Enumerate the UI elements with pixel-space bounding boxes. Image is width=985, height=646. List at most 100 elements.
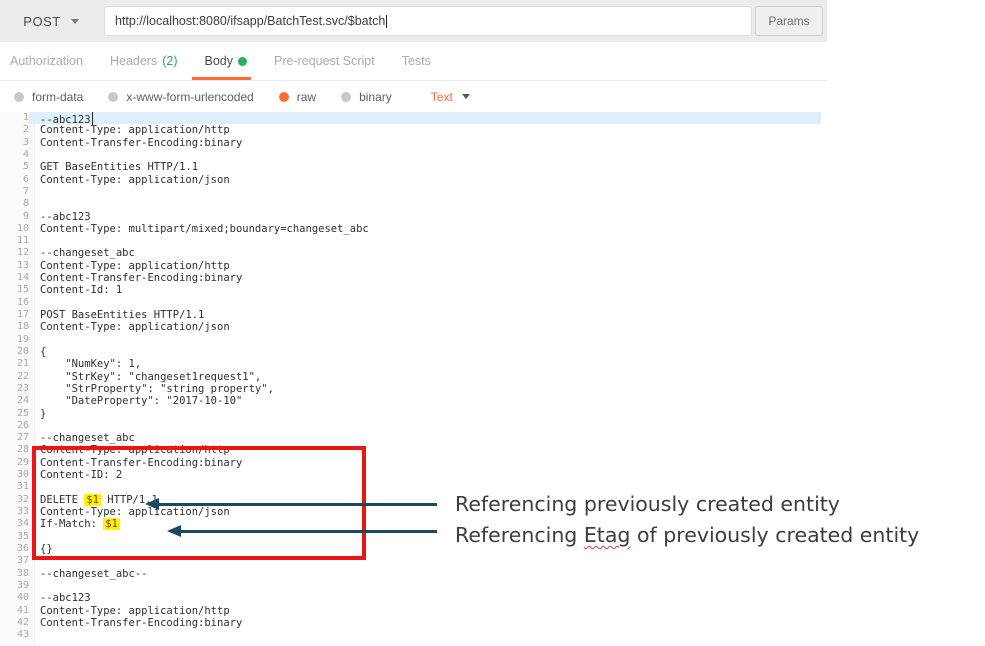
tab-label: Authorization xyxy=(10,54,83,68)
line-number: 14 xyxy=(0,272,29,284)
radio-label: binary xyxy=(359,90,392,104)
code-line[interactable]: 9--abc123 xyxy=(0,211,821,223)
code-line[interactable]: 22 "StrKey": "changeset1request1", xyxy=(0,371,821,383)
code-segment: "StrKey": "changeset1request1", xyxy=(40,371,261,383)
annotation-segment: of previously created entity xyxy=(630,523,919,547)
code-text: POST BaseEntities HTTP/1.1 xyxy=(29,309,821,321)
code-line[interactable]: 12--changeset_abc xyxy=(0,247,821,259)
radio-raw[interactable]: raw xyxy=(279,90,316,104)
tab-label: Tests xyxy=(402,54,431,68)
annotation-arrow-1-head-icon xyxy=(145,498,159,510)
annotation-text-2: Referencing Etag of previously created e… xyxy=(455,523,919,547)
code-line[interactable]: 5GET BaseEntities HTTP/1.1 xyxy=(0,161,821,173)
code-line[interactable]: 40--abc123 xyxy=(0,592,821,604)
code-segment: Content-Id: 1 xyxy=(40,284,122,296)
code-text: } xyxy=(29,408,821,420)
code-segment: --changeset_abc xyxy=(40,247,135,259)
radio-x-www-form-urlencoded[interactable]: x-www-form-urlencoded xyxy=(108,90,253,104)
radio-label: x-www-form-urlencoded xyxy=(126,90,253,104)
code-line[interactable]: 18Content-Type: application/json xyxy=(0,321,821,333)
radio-icon xyxy=(108,92,118,102)
chevron-down-icon xyxy=(462,94,470,99)
tab-authorization[interactable]: Authorization xyxy=(10,42,83,80)
code-segment: Content-ID: 2 xyxy=(40,469,122,481)
code-segment: --abc123 xyxy=(40,211,91,223)
code-line[interactable]: 11 xyxy=(0,235,821,247)
code-line[interactable]: 10 Content-Type: multipart/mixed;boundary… xyxy=(0,223,821,235)
code-line[interactable]: 26 xyxy=(0,420,821,432)
code-segment: {} xyxy=(40,543,53,555)
code-line[interactable]: 6Content-Type: application/json xyxy=(0,174,821,186)
code-line[interactable]: 19 xyxy=(0,334,821,346)
code-line[interactable]: 42Content-Transfer-Encoding:binary xyxy=(0,617,821,629)
code-segment: Content-Type: application/json xyxy=(40,506,230,518)
line-number: 21 xyxy=(0,358,29,370)
code-line[interactable]: 43 xyxy=(0,629,821,641)
line-number: 40 xyxy=(0,592,29,604)
code-line[interactable]: 3Content-Transfer-Encoding:binary xyxy=(0,137,821,149)
code-line[interactable]: 27--changeset_abc xyxy=(0,432,821,444)
code-segment: Content-Type: multipart/mixed;boundary=c… xyxy=(40,223,369,235)
url-input[interactable]: http://localhost:8080/ifsapp/BatchTest.s… xyxy=(104,6,752,36)
method-label: POST xyxy=(23,14,60,29)
text-cursor xyxy=(386,15,387,28)
code-line[interactable]: 24 "DateProperty": "2017-10-10" xyxy=(0,395,821,407)
code-text: { xyxy=(29,346,821,358)
code-line[interactable]: 30Content-ID: 2 xyxy=(0,469,821,481)
code-line[interactable]: 38--changeset_abc-- xyxy=(0,568,821,580)
code-line[interactable]: 2Content-Type: application/http xyxy=(0,124,821,136)
code-line[interactable]: 4 xyxy=(0,149,821,161)
code-line[interactable]: 8 xyxy=(0,198,821,210)
code-line[interactable]: 21 "NumKey": 1, xyxy=(0,358,821,370)
line-number: 35 xyxy=(0,531,29,543)
code-line[interactable]: 20{ xyxy=(0,346,821,358)
active-tab-underline xyxy=(192,77,252,80)
code-line[interactable]: 23 "StrProperty": "string property", xyxy=(0,383,821,395)
line-number: 13 xyxy=(0,260,29,272)
code-line[interactable]: 13Content-Type: application/http xyxy=(0,260,821,272)
code-line[interactable]: 14Content-Transfer-Encoding:binary xyxy=(0,272,821,284)
code-line[interactable]: 28Content-Type: application/http xyxy=(0,444,821,456)
code-line[interactable]: 25} xyxy=(0,408,821,420)
tab-headers[interactable]: Headers (2) xyxy=(110,42,178,80)
radio-form-data[interactable]: form-data xyxy=(14,90,83,104)
annotation-segment: Referencing xyxy=(455,523,584,547)
code-line[interactable]: 1--abc123 xyxy=(0,112,821,124)
code-line[interactable]: 15Content-Id: 1 xyxy=(0,284,821,296)
tab-label: Headers xyxy=(110,54,157,68)
code-line[interactable]: 39 xyxy=(0,580,821,592)
radio-binary[interactable]: binary xyxy=(341,90,392,104)
code-line[interactable]: 29Content-Transfer-Encoding:binary xyxy=(0,457,821,469)
line-number: 7 xyxy=(0,186,29,198)
line-number: 10 xyxy=(0,223,29,235)
method-dropdown[interactable]: POST xyxy=(0,0,102,42)
code-segment: If-Match: xyxy=(40,518,103,530)
code-text: --changeset_abc xyxy=(29,432,821,444)
line-number: 34 xyxy=(0,518,29,530)
line-number: 28 xyxy=(0,444,29,456)
request-tabs: Authorization Headers (2) Body Pre-reque… xyxy=(0,42,827,81)
code-text: "StrKey": "changeset1request1", xyxy=(29,371,821,383)
code-line[interactable]: 7 xyxy=(0,186,821,198)
tab-pre-request-script[interactable]: Pre-request Script xyxy=(274,42,375,80)
tab-label: Pre-request Script xyxy=(274,54,375,68)
code-text: Content-Transfer-Encoding:binary xyxy=(29,457,821,469)
code-text: "NumKey": 1, xyxy=(29,358,821,370)
raw-format-dropdown[interactable]: Text xyxy=(431,90,470,104)
radio-label: form-data xyxy=(32,90,83,104)
line-number: 31 xyxy=(0,481,29,493)
line-number: 25 xyxy=(0,408,29,420)
code-line[interactable]: 41Content-Type: application/http xyxy=(0,605,821,617)
raw-body-editor[interactable]: 1--abc1232Content-Type: application/http… xyxy=(0,112,821,646)
code-line[interactable]: 17POST BaseEntities HTTP/1.1 xyxy=(0,309,821,321)
code-text: Content-Type: application/http xyxy=(29,260,821,272)
radio-label: raw xyxy=(297,90,316,104)
request-toolbar: POST http://localhost:8080/ifsapp/BatchT… xyxy=(0,0,827,42)
code-line[interactable]: 37 xyxy=(0,555,821,567)
chevron-down-icon xyxy=(71,19,79,24)
code-line[interactable]: 16 xyxy=(0,297,821,309)
line-number: 6 xyxy=(0,174,29,186)
tab-body[interactable]: Body xyxy=(205,42,248,80)
params-button[interactable]: Params xyxy=(755,6,823,36)
tab-tests[interactable]: Tests xyxy=(402,42,431,80)
